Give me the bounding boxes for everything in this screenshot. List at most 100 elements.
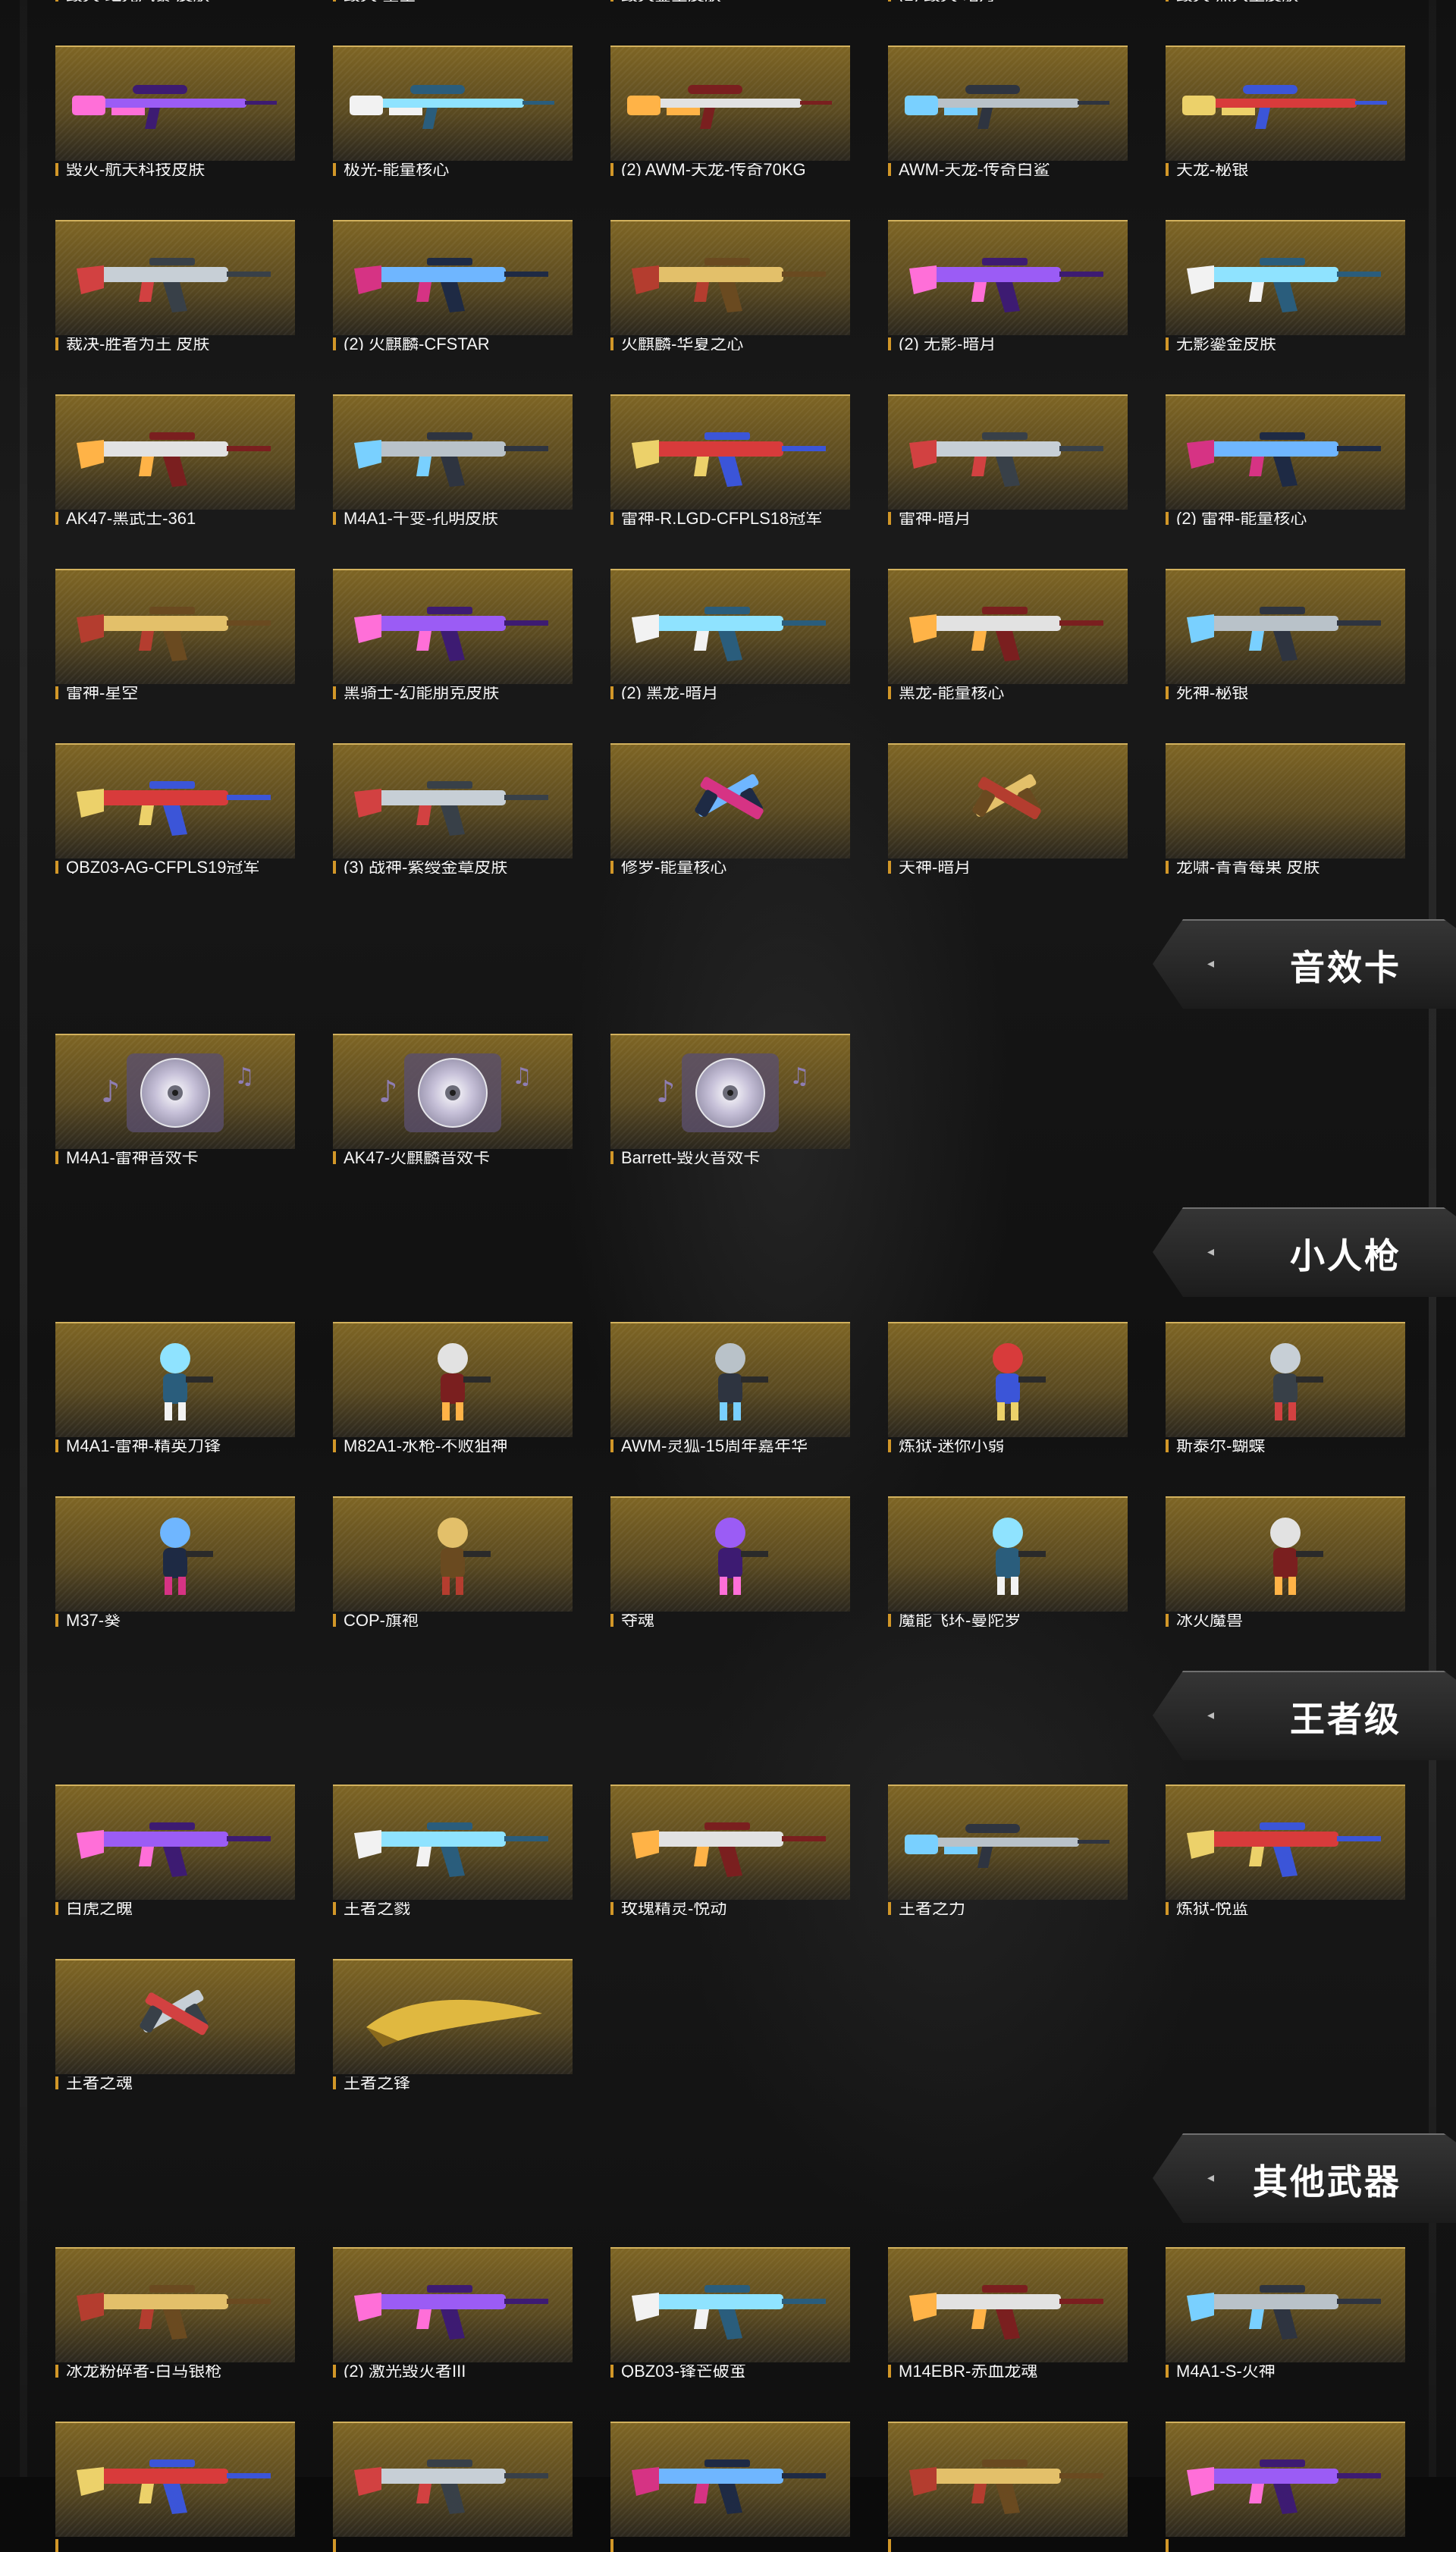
item-thumbnail[interactable] xyxy=(333,1785,573,1900)
item-card[interactable]: 玫瑰精灵-悦动 xyxy=(610,1785,850,1915)
item-thumbnail[interactable] xyxy=(333,2422,573,2537)
item-thumbnail[interactable] xyxy=(888,394,1128,510)
item-card[interactable]: (2) 无影-暗月 xyxy=(888,220,1128,350)
item-card[interactable]: 黑骑士-幻能朋克皮肤 xyxy=(333,569,573,699)
item-thumbnail[interactable] xyxy=(333,743,573,859)
item-card[interactable]: QBZ03-锋芒破茧 xyxy=(610,2247,850,2378)
item-card[interactable]: 雷神-R.LGD-CFPLS18冠军 xyxy=(610,394,850,525)
item-card[interactable]: M4A1-S-火神 xyxy=(1166,2247,1405,2378)
item-thumbnail[interactable] xyxy=(55,220,295,335)
item-thumbnail[interactable] xyxy=(333,46,573,161)
item-thumbnail[interactable] xyxy=(888,2422,1128,2537)
item-card[interactable]: 龙啸-青青莓果 皮肤 xyxy=(1166,743,1405,874)
item-thumbnail[interactable] xyxy=(55,2247,295,2362)
item-card[interactable]: ♪ ♫ AK47-火麒麟音效卡 xyxy=(333,1034,573,1164)
item-thumbnail[interactable] xyxy=(1166,1785,1405,1900)
item-card[interactable]: (3) 战神-紫绶金章皮肤 xyxy=(333,743,573,874)
item-card[interactable]: M37-葵 xyxy=(55,1496,295,1627)
item-card[interactable] xyxy=(610,2422,850,2552)
item-thumbnail[interactable] xyxy=(888,1322,1128,1437)
item-card[interactable]: 白虎之魄 xyxy=(55,1785,295,1915)
item-card[interactable]: 斯泰尔-蝴蝶 xyxy=(1166,1322,1405,1452)
item-card[interactable]: M14EBR-赤血龙魂 xyxy=(888,2247,1128,2378)
item-card[interactable]: 修罗-能量核心 xyxy=(610,743,850,874)
item-card[interactable]: 雷神-星空 xyxy=(55,569,295,699)
item-card[interactable]: 毁灭-星空 xyxy=(333,0,573,2)
item-thumbnail[interactable] xyxy=(1166,394,1405,510)
item-thumbnail[interactable] xyxy=(333,1322,573,1437)
item-thumbnail[interactable] xyxy=(888,743,1128,859)
item-card[interactable]: AWM-灵狐-15周年嘉年华 xyxy=(610,1322,850,1452)
item-card[interactable]: (2) 激光毁灭者III xyxy=(333,2247,573,2378)
item-card[interactable]: 夺魂 xyxy=(610,1496,850,1627)
item-card[interactable]: 王者之魂 xyxy=(55,1959,295,2089)
item-thumbnail[interactable] xyxy=(1166,569,1405,684)
item-card[interactable]: (2) 雷神-能量核心 xyxy=(1166,394,1405,525)
item-thumbnail[interactable] xyxy=(610,569,850,684)
item-thumbnail[interactable] xyxy=(333,220,573,335)
item-thumbnail[interactable] xyxy=(610,1322,850,1437)
item-thumbnail[interactable] xyxy=(1166,2247,1405,2362)
item-card[interactable]: AK47-黑武士-361 xyxy=(55,394,295,525)
item-card[interactable]: (2) 火麒麟-CFSTAR xyxy=(333,220,573,350)
item-card[interactable]: M82A1-水枪-不败狙神 xyxy=(333,1322,573,1452)
item-thumbnail[interactable] xyxy=(55,394,295,510)
item-card[interactable]: AWM-天龙-传奇白鲨 xyxy=(888,46,1128,176)
item-thumbnail[interactable] xyxy=(610,2422,850,2537)
item-thumbnail[interactable] xyxy=(1166,46,1405,161)
item-thumbnail[interactable] xyxy=(888,1785,1128,1900)
item-card[interactable]: 冰龙粉碎者-白马银枪 xyxy=(55,2247,295,2378)
item-thumbnail[interactable] xyxy=(888,46,1128,161)
item-thumbnail[interactable]: ♪ ♫ xyxy=(55,1034,295,1149)
item-thumbnail[interactable] xyxy=(333,569,573,684)
item-card[interactable]: M4A1-雷神-精英刀锋 xyxy=(55,1322,295,1452)
item-thumbnail[interactable]: ♪ ♫ xyxy=(333,1034,573,1149)
item-card[interactable]: 毁灭鎏金皮肤 xyxy=(610,0,850,2)
item-card[interactable]: 极光-能量核心 xyxy=(333,46,573,176)
item-card[interactable]: 魔能飞环-曼陀罗 xyxy=(888,1496,1128,1627)
item-card[interactable] xyxy=(333,2422,573,2552)
item-card[interactable]: 死神-秘银 xyxy=(1166,569,1405,699)
item-thumbnail[interactable] xyxy=(888,1496,1128,1612)
item-card[interactable]: 天神-暗月 xyxy=(888,743,1128,874)
item-thumbnail[interactable] xyxy=(1166,1322,1405,1437)
item-thumbnail[interactable] xyxy=(610,1496,850,1612)
item-card[interactable]: 炼狱-迷你小弱 xyxy=(888,1322,1128,1452)
item-card[interactable]: ♪ ♫ Barrett-毁灭音效卡 xyxy=(610,1034,850,1164)
item-thumbnail[interactable] xyxy=(333,1959,573,2074)
item-thumbnail[interactable] xyxy=(888,569,1128,684)
item-card[interactable]: 毁灭-黑大圣皮肤 xyxy=(1166,0,1405,2)
item-card[interactable] xyxy=(1166,2422,1405,2552)
item-thumbnail[interactable] xyxy=(610,220,850,335)
item-card[interactable]: 王者之戮 xyxy=(333,1785,573,1915)
item-thumbnail[interactable] xyxy=(1166,220,1405,335)
item-thumbnail[interactable] xyxy=(55,1496,295,1612)
item-thumbnail[interactable] xyxy=(333,394,573,510)
item-card[interactable]: ♪ ♫ M4A1-雷神音效卡 xyxy=(55,1034,295,1164)
item-thumbnail[interactable] xyxy=(610,394,850,510)
item-card[interactable]: 天龙-秘银 xyxy=(1166,46,1405,176)
item-thumbnail[interactable] xyxy=(55,1785,295,1900)
item-card[interactable]: (2) 黑龙-暗月 xyxy=(610,569,850,699)
item-thumbnail[interactable] xyxy=(610,46,850,161)
item-thumbnail[interactable] xyxy=(55,743,295,859)
item-thumbnail[interactable]: ♪ ♫ xyxy=(610,1034,850,1149)
item-card[interactable]: M4A1-千变-孔明皮肤 xyxy=(333,394,573,525)
item-card[interactable]: 裁决-胜者为王 皮肤 xyxy=(55,220,295,350)
item-card[interactable]: 炼狱-悦蓝 xyxy=(1166,1785,1405,1915)
item-card[interactable]: 冰火魔兽 xyxy=(1166,1496,1405,1627)
item-card[interactable]: 毁灭-航天科技皮肤 xyxy=(55,46,295,176)
item-thumbnail[interactable] xyxy=(55,1959,295,2074)
item-card[interactable]: 黑龙-能量核心 xyxy=(888,569,1128,699)
item-card[interactable]: 王者之力 xyxy=(888,1785,1128,1915)
item-thumbnail[interactable] xyxy=(610,743,850,859)
item-thumbnail[interactable] xyxy=(55,2422,295,2537)
item-card[interactable] xyxy=(888,2422,1128,2552)
item-card[interactable]: 火麒麟-华夏之心 xyxy=(610,220,850,350)
item-thumbnail[interactable] xyxy=(55,46,295,161)
item-thumbnail[interactable] xyxy=(55,569,295,684)
item-thumbnail[interactable] xyxy=(1166,2422,1405,2537)
item-thumbnail[interactable] xyxy=(333,1496,573,1612)
item-card[interactable]: (2) 毁灭-暗月 xyxy=(888,0,1128,2)
item-card[interactable]: QBZ03-AG-CFPLS19冠军 xyxy=(55,743,295,874)
